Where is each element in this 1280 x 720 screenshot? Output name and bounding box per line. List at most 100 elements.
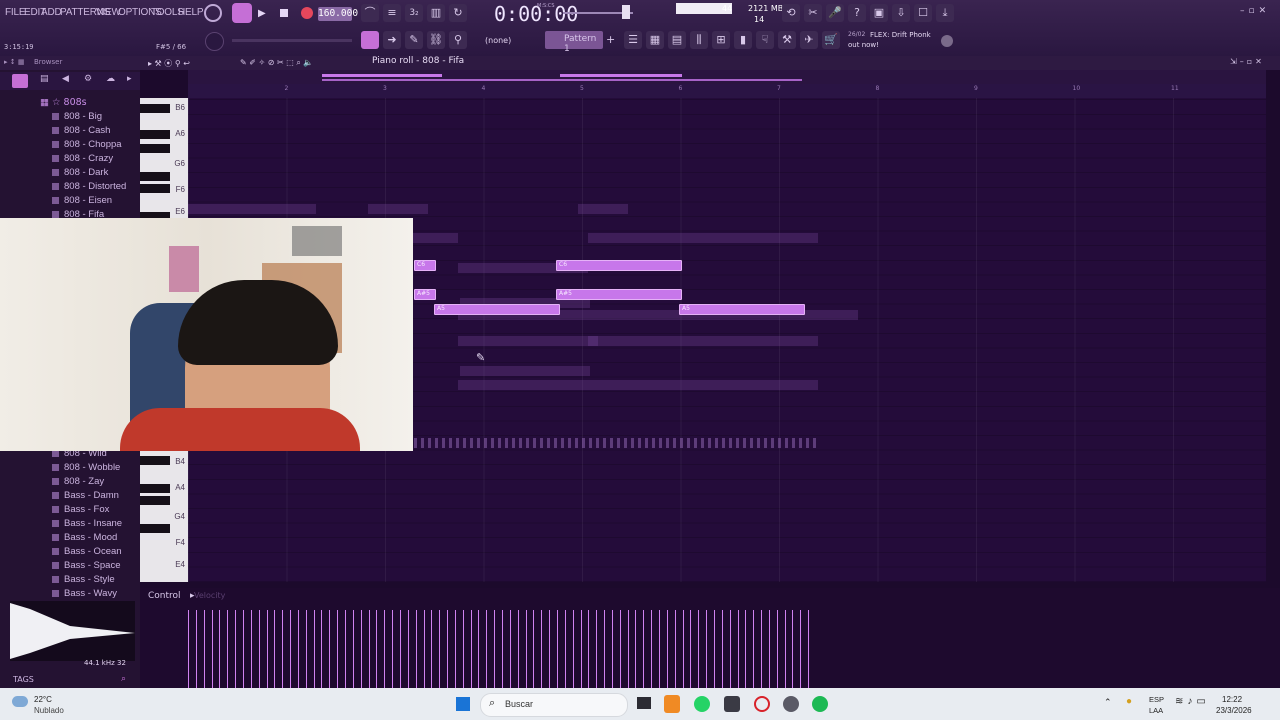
- master-pitch-knob[interactable]: [205, 32, 224, 51]
- wait-icon[interactable]: ≡: [383, 4, 401, 22]
- velocity-bar[interactable]: [290, 610, 292, 688]
- velocity-bar[interactable]: [266, 610, 268, 688]
- download-icon[interactable]: ⤓: [936, 4, 954, 22]
- browser-item[interactable]: Bass - Ocean: [52, 546, 122, 557]
- velocity-bar[interactable]: [462, 610, 464, 688]
- velocity-bar[interactable]: [651, 610, 653, 688]
- task-view-icon[interactable]: [637, 697, 651, 709]
- record-icon[interactable]: [301, 7, 313, 19]
- velocity-bar[interactable]: [415, 610, 417, 688]
- velocity-bar[interactable]: [596, 610, 598, 688]
- velocity-bar[interactable]: [713, 610, 715, 688]
- piano-roll-window-controls-icon[interactable]: ⇲–▫✕: [1230, 57, 1265, 66]
- weather-temp[interactable]: 22°C: [34, 695, 52, 704]
- black-key[interactable]: [140, 172, 170, 181]
- velocity-bar[interactable]: [572, 610, 574, 688]
- black-key[interactable]: [140, 104, 170, 113]
- spotify-icon[interactable]: [812, 696, 828, 712]
- epic-games-icon[interactable]: [724, 696, 740, 712]
- channel-rack-icon[interactable]: ▦: [646, 31, 664, 49]
- shop-icon[interactable]: 🛒: [822, 31, 840, 49]
- velocity-bar[interactable]: [635, 610, 637, 688]
- velocity-bar[interactable]: [737, 610, 739, 688]
- velocity-bar[interactable]: [580, 610, 582, 688]
- velocity-bar[interactable]: [454, 610, 456, 688]
- velocity-bar[interactable]: [549, 610, 551, 688]
- tools-icon[interactable]: ⚒: [778, 31, 796, 49]
- browser-item[interactable]: 808 - Dark: [52, 167, 108, 178]
- edit-tools-icon[interactable]: ✎ ✐ ✧ ⊘ ✂ ⬚ ⌕ 🔈: [240, 58, 313, 68]
- velocity-bar[interactable]: [556, 610, 558, 688]
- browser-file-icon[interactable]: ▤: [40, 74, 49, 84]
- black-key[interactable]: [140, 524, 170, 533]
- clock-date[interactable]: 23/3/2026: [1216, 706, 1252, 715]
- start-icon[interactable]: [456, 697, 470, 711]
- arrow-icon[interactable]: ➜: [383, 31, 401, 49]
- tray-chevron-icon[interactable]: ⌃: [1104, 697, 1112, 708]
- velocity-bar[interactable]: [533, 610, 535, 688]
- news-title[interactable]: FLEX: Drift Phonk: [870, 31, 931, 39]
- velocity-bar[interactable]: [588, 610, 590, 688]
- browser-cloud-icon[interactable]: ☁: [106, 74, 115, 84]
- browser-item[interactable]: Bass - Style: [52, 574, 115, 585]
- velocity-bar[interactable]: [509, 610, 511, 688]
- velocity-bar[interactable]: [282, 610, 284, 688]
- velocity-bar[interactable]: [250, 610, 252, 688]
- velocity-bar[interactable]: [219, 610, 221, 688]
- velocity-bar[interactable]: [729, 610, 731, 688]
- playlist-icon[interactable]: ☰: [624, 31, 642, 49]
- browser-settings-icon[interactable]: ⚙: [84, 74, 92, 84]
- velocity-bar[interactable]: [502, 610, 503, 688]
- velocity-bar[interactable]: [784, 610, 786, 688]
- browser-item[interactable]: Bass - Wavy: [52, 588, 117, 599]
- velocity-bar[interactable]: [706, 610, 708, 688]
- browser-item[interactable]: 808 - Big: [52, 111, 102, 122]
- pattern-selector[interactable]: Pattern 1: [545, 31, 603, 54]
- velocity-bar[interactable]: [792, 610, 794, 688]
- language-2[interactable]: LAA: [1149, 706, 1163, 715]
- language-1[interactable]: ESP: [1149, 695, 1164, 704]
- save-icon[interactable]: ▣: [870, 4, 888, 22]
- velocity-bar[interactable]: [423, 610, 425, 688]
- link-icon[interactable]: ⛓: [427, 31, 445, 49]
- velocity-bar[interactable]: [439, 610, 441, 688]
- add-pattern-icon[interactable]: +: [606, 33, 615, 46]
- browser-item[interactable]: Bass - Fox: [52, 504, 109, 515]
- velocity-bar[interactable]: [761, 610, 763, 688]
- piano-roll-tools-icon[interactable]: ▸ ⚒ ⦿ ⚲ ↩: [148, 58, 190, 69]
- black-key[interactable]: [140, 184, 170, 193]
- browser-next-icon[interactable]: ▸: [127, 74, 132, 84]
- velocity-bar[interactable]: [674, 610, 676, 688]
- undo-icon[interactable]: ⟲: [782, 4, 800, 22]
- menu-help[interactable]: HELP: [178, 7, 204, 18]
- browser-item[interactable]: 808 - Cash: [52, 125, 110, 136]
- play-icon[interactable]: ▶: [258, 8, 266, 19]
- black-key[interactable]: [140, 144, 170, 153]
- note[interactable]: C6: [556, 260, 682, 271]
- browser-folder[interactable]: ▦ ☆ 808s: [40, 97, 87, 108]
- opera-icon[interactable]: [754, 696, 770, 712]
- note[interactable]: A5: [679, 304, 805, 315]
- velocity-bar[interactable]: [753, 610, 755, 688]
- velocity-bar[interactable]: [541, 610, 543, 688]
- velocity-bar[interactable]: [242, 610, 244, 688]
- velocity-lane[interactable]: [188, 608, 1266, 688]
- velocity-bar[interactable]: [368, 610, 370, 688]
- velocity-bar[interactable]: [604, 610, 606, 688]
- tempo-display[interactable]: 160.000: [318, 7, 358, 21]
- mixer-icon[interactable]: ⫼: [690, 31, 708, 49]
- event-editor[interactable]: Control ▸ Velocity: [140, 588, 1280, 688]
- velocity-bar[interactable]: [227, 610, 229, 688]
- microphone-icon[interactable]: 🎤: [826, 4, 844, 22]
- velocity-bar[interactable]: [352, 610, 354, 688]
- browser-item[interactable]: 808 - Eisen: [52, 195, 112, 206]
- volume-handle[interactable]: [622, 5, 630, 19]
- velocity-bar[interactable]: [659, 610, 660, 688]
- velocity-bar[interactable]: [360, 610, 362, 688]
- note[interactable]: C6: [414, 260, 436, 271]
- pattern-scroll[interactable]: [188, 70, 1266, 84]
- browser-item[interactable]: Bass - Damn: [52, 490, 119, 501]
- velocity-bar[interactable]: [666, 610, 668, 688]
- touch-icon[interactable]: ☟: [756, 31, 774, 49]
- menu-add[interactable]: ADD: [41, 7, 62, 18]
